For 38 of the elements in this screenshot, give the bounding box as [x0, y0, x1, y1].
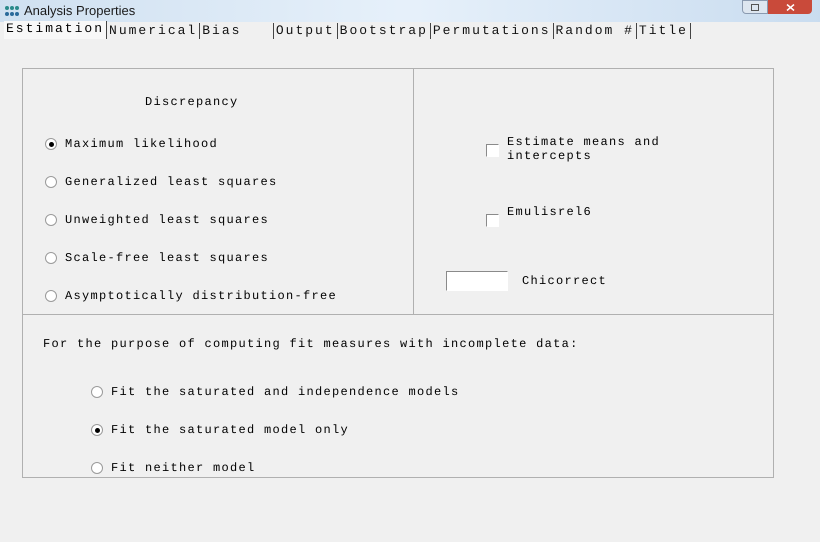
radio-button[interactable] — [45, 252, 57, 264]
tab[interactable]: Estimation — [4, 21, 108, 39]
restore-icon — [751, 4, 759, 10]
radio-button[interactable] — [91, 386, 103, 398]
tab[interactable]: Bootstrap — [338, 23, 431, 39]
radio-label: Unweighted least squares — [65, 212, 270, 229]
checkbox[interactable] — [486, 144, 499, 157]
window-title: Analysis Properties — [24, 2, 136, 20]
tab[interactable]: Output — [274, 23, 338, 39]
tab[interactable]: Numerical — [107, 23, 200, 39]
radio-button[interactable] — [91, 424, 103, 436]
tab[interactable]: Title — [636, 23, 691, 39]
radio-label: Scale-free least squares — [65, 250, 270, 267]
checkbox-label: Emulisrel6 — [507, 205, 594, 219]
close-icon — [786, 4, 794, 10]
restore-button[interactable] — [742, 0, 768, 14]
radio-label: Fit neither model — [111, 460, 256, 477]
tab[interactable]: Permutations — [430, 23, 554, 39]
app-icon — [4, 5, 20, 17]
radio-label: Fit the saturated model only — [111, 422, 350, 439]
field-label: Chicorrect — [522, 273, 608, 290]
radio-button[interactable] — [45, 176, 57, 188]
radio-label: Generalized least squares — [65, 174, 278, 191]
group-title: Discrepancy — [145, 94, 239, 111]
checkbox[interactable] — [486, 214, 499, 227]
radio-label: Asymptotically distribution-free — [65, 288, 338, 305]
radio-button[interactable] — [45, 138, 57, 150]
tab[interactable]: Bias — [200, 23, 274, 39]
radio-button[interactable] — [91, 462, 103, 474]
checkbox-label: Estimate means and intercepts — [507, 135, 662, 163]
radio-button[interactable] — [45, 214, 57, 226]
caption: For the purpose of computing fit measures with incomplete data: — [43, 336, 579, 353]
radio-label: Fit the saturated and independence models — [111, 384, 460, 401]
tab[interactable]: Random # — [554, 23, 637, 39]
radio-button[interactable] — [45, 290, 57, 302]
input-field[interactable] — [446, 271, 508, 291]
close-button[interactable] — [768, 0, 812, 14]
radio-label: Maximum likelihood — [65, 136, 218, 153]
